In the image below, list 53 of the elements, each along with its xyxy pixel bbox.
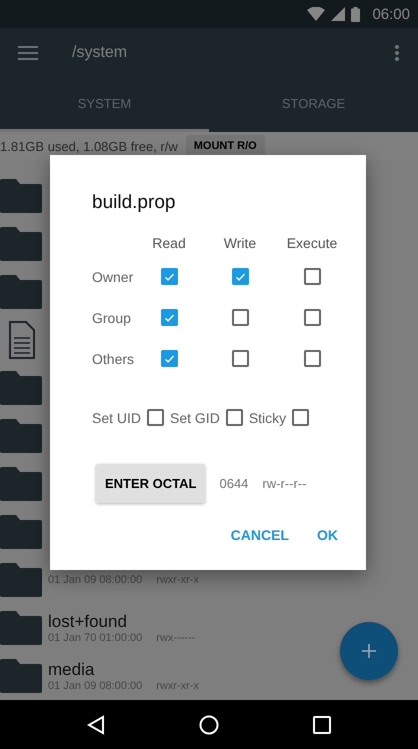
column-header: Execute bbox=[286, 235, 338, 251]
signal-icon bbox=[331, 7, 346, 21]
checkbox[interactable] bbox=[160, 350, 178, 367]
row-label: Others bbox=[92, 350, 136, 366]
file-name: media bbox=[48, 660, 96, 680]
checkbox-label: Set GID bbox=[170, 410, 220, 426]
battery-icon bbox=[351, 6, 360, 22]
recents-icon[interactable] bbox=[313, 716, 331, 734]
checkbox[interactable] bbox=[304, 268, 320, 285]
dialog-title: build.prop bbox=[92, 192, 176, 214]
checkbox[interactable] bbox=[226, 409, 243, 426]
checkbox[interactable] bbox=[160, 268, 178, 285]
folder-icon bbox=[0, 515, 42, 549]
mount-button[interactable]: MOUNT R/O bbox=[186, 135, 265, 157]
checkbox[interactable] bbox=[304, 350, 320, 367]
checkbox[interactable] bbox=[292, 409, 310, 426]
row-label: Group bbox=[92, 310, 132, 326]
wifi-icon bbox=[307, 7, 326, 21]
folder-icon bbox=[0, 419, 42, 453]
file-name: lost+found bbox=[48, 612, 128, 632]
row-label: Owner bbox=[92, 268, 134, 284]
checkbox[interactable] bbox=[304, 309, 320, 326]
folder-icon bbox=[0, 611, 42, 645]
back-icon[interactable] bbox=[87, 714, 105, 734]
checkbox[interactable] bbox=[160, 309, 178, 326]
home-icon[interactable] bbox=[199, 714, 219, 734]
folder-icon bbox=[0, 371, 42, 405]
tab[interactable]: STORAGE bbox=[209, 78, 418, 132]
octal-value: 0644 bbox=[219, 476, 248, 491]
checkbox-label: Sticky bbox=[248, 410, 286, 426]
folder-icon bbox=[0, 227, 42, 261]
checkbox-label: Set UID bbox=[92, 410, 142, 426]
checkbox[interactable] bbox=[232, 309, 248, 326]
checkbox[interactable] bbox=[147, 409, 164, 426]
dialog-action-button[interactable]: OK bbox=[311, 521, 344, 549]
folder-icon bbox=[0, 563, 42, 597]
column-header: Read bbox=[152, 235, 186, 251]
enter-octal-button[interactable]: ENTER OCTAL bbox=[96, 464, 206, 503]
clock-time: 06:00 bbox=[372, 6, 410, 22]
plus-icon bbox=[362, 644, 376, 658]
storage-usage: 1.81GB used, 1.08GB free, r/w bbox=[0, 138, 178, 154]
checkbox[interactable] bbox=[232, 350, 248, 367]
folder-icon bbox=[0, 275, 42, 309]
dialog-action-button[interactable]: CANCEL bbox=[224, 521, 295, 549]
folder-icon bbox=[0, 179, 42, 213]
checkbox[interactable] bbox=[232, 268, 248, 285]
column-header: Write bbox=[224, 235, 256, 251]
current-path: /system bbox=[72, 44, 128, 62]
folder-icon bbox=[0, 467, 42, 501]
symbolic-permissions: rw-r--r-- bbox=[262, 476, 306, 491]
menu-icon[interactable] bbox=[18, 46, 38, 60]
folder-icon bbox=[0, 659, 42, 693]
more-icon[interactable] bbox=[394, 44, 400, 62]
